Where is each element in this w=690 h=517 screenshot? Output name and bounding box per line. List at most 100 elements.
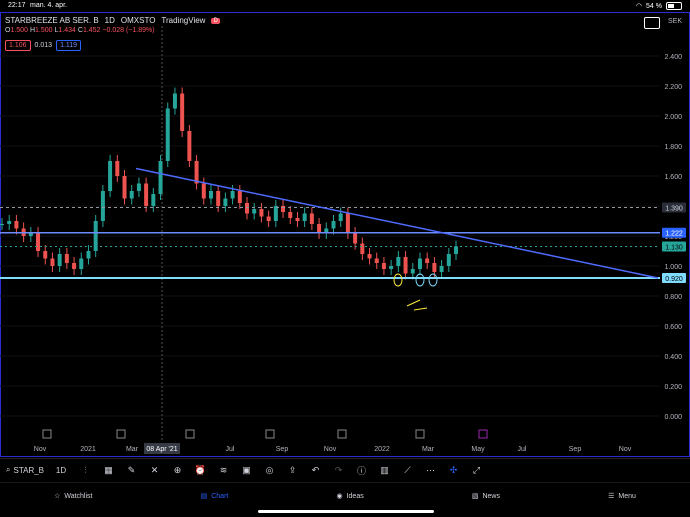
- strategy-icon[interactable]: ⟋: [396, 465, 419, 476]
- y-tick-label: 2.000: [664, 114, 682, 121]
- x-tick-label: Nov: [34, 446, 47, 453]
- cursor-icon[interactable]: ✕: [143, 465, 166, 476]
- more-icon[interactable]: ⋯: [419, 465, 442, 476]
- earnings-marker[interactable]: [42, 429, 52, 439]
- currency-label[interactable]: SEK: [668, 18, 682, 25]
- nav-watchlist[interactable]: ☆ Watchlist: [54, 492, 92, 501]
- x-tick-label: Mar: [422, 446, 435, 453]
- candle-body: [439, 266, 444, 272]
- candle-body: [50, 258, 55, 266]
- candle-body: [446, 254, 451, 266]
- nav-news[interactable]: ▧ News: [471, 492, 500, 501]
- nav-menu-label: Menu: [618, 492, 636, 500]
- nav-chart[interactable]: ▤ Chart: [201, 492, 229, 501]
- ask-button[interactable]: 1.119: [56, 40, 82, 51]
- y-tick-label: 0.600: [664, 324, 682, 331]
- candle-body: [158, 161, 163, 194]
- candle-body: [79, 258, 84, 269]
- candle-body: [245, 203, 250, 214]
- candle-body: [338, 213, 343, 221]
- earnings-marker[interactable]: [265, 429, 275, 439]
- price-label-last: 1.130: [665, 245, 683, 252]
- candle-body: [273, 206, 278, 221]
- draw-icon[interactable]: ✎: [120, 465, 143, 476]
- bid-button[interactable]: 1.106: [5, 40, 31, 51]
- earnings-marker[interactable]: [478, 429, 488, 439]
- share-icon[interactable]: ⇪: [281, 465, 304, 476]
- alert-icon[interactable]: ⏰: [189, 465, 212, 476]
- candle-body: [252, 209, 257, 214]
- earnings-marker[interactable]: [116, 429, 126, 439]
- bid-ask[interactable]: 1.106 0.013 1.119: [5, 40, 82, 51]
- bottom-marker[interactable]: [393, 273, 403, 287]
- candle-body: [381, 263, 386, 269]
- candle-body: [295, 218, 300, 221]
- candle-body: [57, 254, 62, 266]
- status-date: man. 4. apr.: [30, 2, 67, 9]
- add-icon[interactable]: ⊕: [166, 465, 189, 476]
- x-tick-label: 2021: [80, 446, 96, 453]
- candle-body: [208, 191, 213, 199]
- change-value: −0.028 (−1.89%): [102, 27, 155, 34]
- nav-menu[interactable]: ☰ Menu: [608, 492, 636, 501]
- low-value: 1.434: [58, 27, 76, 34]
- bottom-marker[interactable]: [415, 273, 425, 287]
- candle-body: [230, 191, 235, 199]
- price-label-1222: 1.222: [665, 231, 683, 238]
- candle-body: [108, 161, 113, 191]
- crosshair-icon[interactable]: ✣: [442, 465, 465, 476]
- info-icon[interactable]: ⓘ: [350, 464, 373, 477]
- bottom-nav[interactable]: ☆ Watchlist ▤ Chart ◉ Ideas ▧ News ☰ Men…: [0, 482, 690, 509]
- data-window-icon[interactable]: ▥: [373, 465, 396, 476]
- earnings-marker[interactable]: [415, 429, 425, 439]
- candle-body: [115, 161, 120, 176]
- close-value: 1.452: [82, 27, 101, 34]
- candle-body: [201, 183, 206, 199]
- interval-button[interactable]: 1D: [48, 466, 74, 475]
- candle-body: [151, 194, 156, 206]
- y-tick-label: 0.800: [664, 294, 682, 301]
- candle-body: [172, 93, 177, 109]
- news-icon: ▧: [471, 493, 479, 500]
- menu-icon: ☰: [608, 493, 615, 500]
- y-tick-label: 1.600: [664, 174, 682, 181]
- candle-body: [432, 263, 437, 272]
- earnings-marker[interactable]: [337, 429, 347, 439]
- idea-icon[interactable]: ◎: [258, 465, 281, 476]
- x-tick-label: Jul: [518, 446, 527, 453]
- bulb-icon: ◉: [336, 493, 343, 500]
- candle-body: [187, 131, 192, 161]
- fullscreen-icon[interactable]: [644, 17, 660, 29]
- candle-body: [281, 206, 286, 212]
- undo-icon[interactable]: ↶: [304, 465, 327, 476]
- chart-toolbar[interactable]: ⌕ STAR_B 1D ⫶ ▦ ✎ ✕ ⊕ ⏰ ≋ ▣ ◎ ⇪ ↶ ↷ ⓘ ▥ …: [0, 458, 690, 481]
- open-value: 1.500: [10, 27, 28, 34]
- x-tick-label: May: [471, 446, 485, 453]
- indicators-icon[interactable]: ▦: [97, 465, 120, 476]
- candle-body: [410, 269, 415, 274]
- x-tick-label: Nov: [619, 446, 632, 453]
- nav-ideas[interactable]: ◉ Ideas: [336, 492, 363, 501]
- layout-icon[interactable]: ▣: [235, 465, 258, 476]
- hand-annotation[interactable]: [406, 299, 428, 311]
- candle-body: [309, 213, 314, 224]
- bottom-marker[interactable]: [428, 273, 438, 287]
- status-bar: 22:17 man. 4. apr. ◠ 54 %: [0, 0, 690, 12]
- status-time: 22:17: [8, 2, 26, 9]
- price-chart[interactable]: 2.4002.2002.0001.8001.6001.4001.2001.000…: [0, 12, 690, 457]
- candle-body: [129, 191, 134, 199]
- compare-icon[interactable]: ≋: [212, 465, 235, 476]
- candle-body: [216, 191, 221, 206]
- ohlc-readout: O1.500 H1.500 L1.434 C1.452 −0.028 (−1.8…: [5, 27, 155, 34]
- expand-icon[interactable]: ⤢: [465, 465, 488, 476]
- exchange-label: OMXSTO: [120, 16, 156, 25]
- candle-body: [194, 161, 199, 184]
- earnings-marker[interactable]: [185, 429, 195, 439]
- bar-type-icon[interactable]: ⫶: [74, 465, 97, 476]
- star-icon: ☆: [54, 493, 61, 500]
- battery-text: 54 %: [646, 2, 662, 10]
- symbol-search[interactable]: ⌕ STAR_B: [6, 465, 48, 475]
- chart-header[interactable]: STARBREEZE AB SER. B 1D OMXSTO TradingVi…: [5, 16, 220, 25]
- redo-icon[interactable]: ↷: [327, 465, 350, 476]
- candle-body: [122, 176, 127, 199]
